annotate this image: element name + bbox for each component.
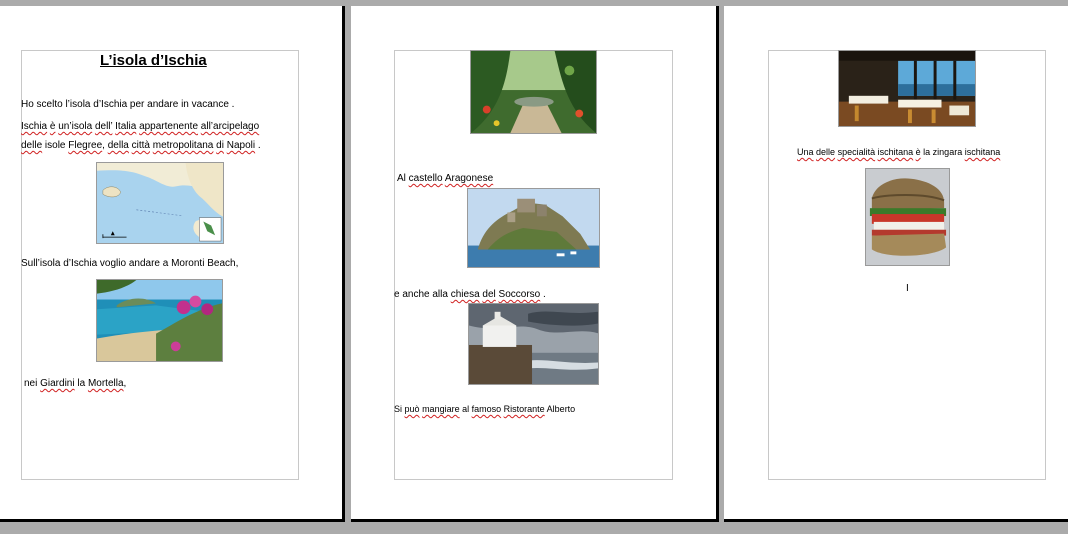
text: . — [540, 289, 546, 300]
giardini-mortella-photo[interactable] — [470, 50, 597, 134]
paragraph-ristorante[interactable]: Si può mangiare al famoso Ristorante Alb… — [394, 404, 575, 414]
paragraph-ischia-line1[interactable]: Ischia è un’isola dell’ Italia appartene… — [21, 121, 259, 132]
word: Ischia — [21, 121, 48, 132]
word: della — [107, 140, 129, 151]
word: chiesa — [450, 289, 480, 300]
paragraph-giardini[interactable]: nei Giardini la Mortella, — [24, 378, 126, 389]
page-title[interactable]: L’isola d’Ischia — [100, 52, 207, 69]
word: Italia — [115, 121, 137, 132]
word: delle — [21, 140, 43, 151]
word: di — [216, 140, 224, 151]
text: la zingara — [920, 147, 965, 157]
word: Mortella — [87, 378, 124, 389]
caption-specialita[interactable]: Una delle specialità ischitana è la zing… — [797, 147, 1000, 157]
word: Napoli — [226, 140, 256, 151]
text: Al — [397, 173, 409, 184]
word: del — [482, 289, 496, 300]
map-of-ischia-image[interactable] — [96, 162, 224, 244]
word: Soccorso — [498, 289, 541, 300]
word: metropolitana — [152, 140, 214, 151]
moronti-beach-photo[interactable] — [96, 279, 223, 362]
word: ischitana — [877, 147, 914, 157]
document-page-1: L’isola d’Ischia Ho scelto l’isola d’Isc… — [0, 6, 345, 522]
ristorante-alberto-photo[interactable] — [838, 50, 976, 127]
castello-aragonese-photo[interactable] — [467, 188, 600, 268]
text: isole — [42, 140, 69, 151]
word: delle — [816, 147, 836, 157]
text: la — [74, 378, 88, 389]
word: famoso — [471, 404, 502, 414]
text: Si — [394, 404, 405, 414]
word: città — [131, 140, 150, 151]
word: specialità — [837, 147, 876, 157]
zingara-ischitana-photo[interactable] — [865, 168, 950, 266]
word: Aragonese — [444, 173, 494, 184]
text: . — [255, 140, 261, 151]
paragraph-moronti[interactable]: Sull’isola d’Ischia voglio andare a Moro… — [21, 258, 238, 269]
word: Una — [797, 147, 814, 157]
paragraph-intro[interactable]: Ho scelto l’isola d’Ischia per andare in… — [21, 99, 234, 110]
word: castello — [408, 173, 443, 184]
word: Ristorante — [503, 404, 545, 414]
text: al — [459, 404, 472, 414]
chiesa-soccorso-photo[interactable] — [468, 303, 599, 385]
text: e anche alla — [394, 289, 451, 300]
text: nei — [24, 378, 41, 389]
text: , — [123, 378, 127, 389]
word: Giardini — [40, 378, 75, 389]
word: mangiare — [422, 404, 460, 414]
document-page-2: Al castello Aragonese e anche alla chies… — [351, 6, 719, 522]
word: dell’ — [94, 121, 113, 132]
paragraph-castello[interactable]: Al castello Aragonese — [397, 173, 493, 184]
document-page-3: Una delle specialità ischitana è la zing… — [724, 6, 1068, 522]
paragraph-ischia-line2[interactable]: delle isole Flegree, della città metropo… — [21, 140, 261, 151]
word: può — [404, 404, 420, 414]
word: appartenente — [139, 121, 199, 132]
paragraph-chiesa[interactable]: e anche alla chiesa del Soccorso . — [394, 289, 546, 300]
text-cursor[interactable]: I — [906, 283, 909, 294]
word: Flegree — [68, 140, 103, 151]
text: Alberto — [544, 404, 576, 414]
word: all’arcipelago — [200, 121, 260, 132]
word: un’isola — [58, 121, 93, 132]
word: ischitana — [964, 147, 1001, 157]
